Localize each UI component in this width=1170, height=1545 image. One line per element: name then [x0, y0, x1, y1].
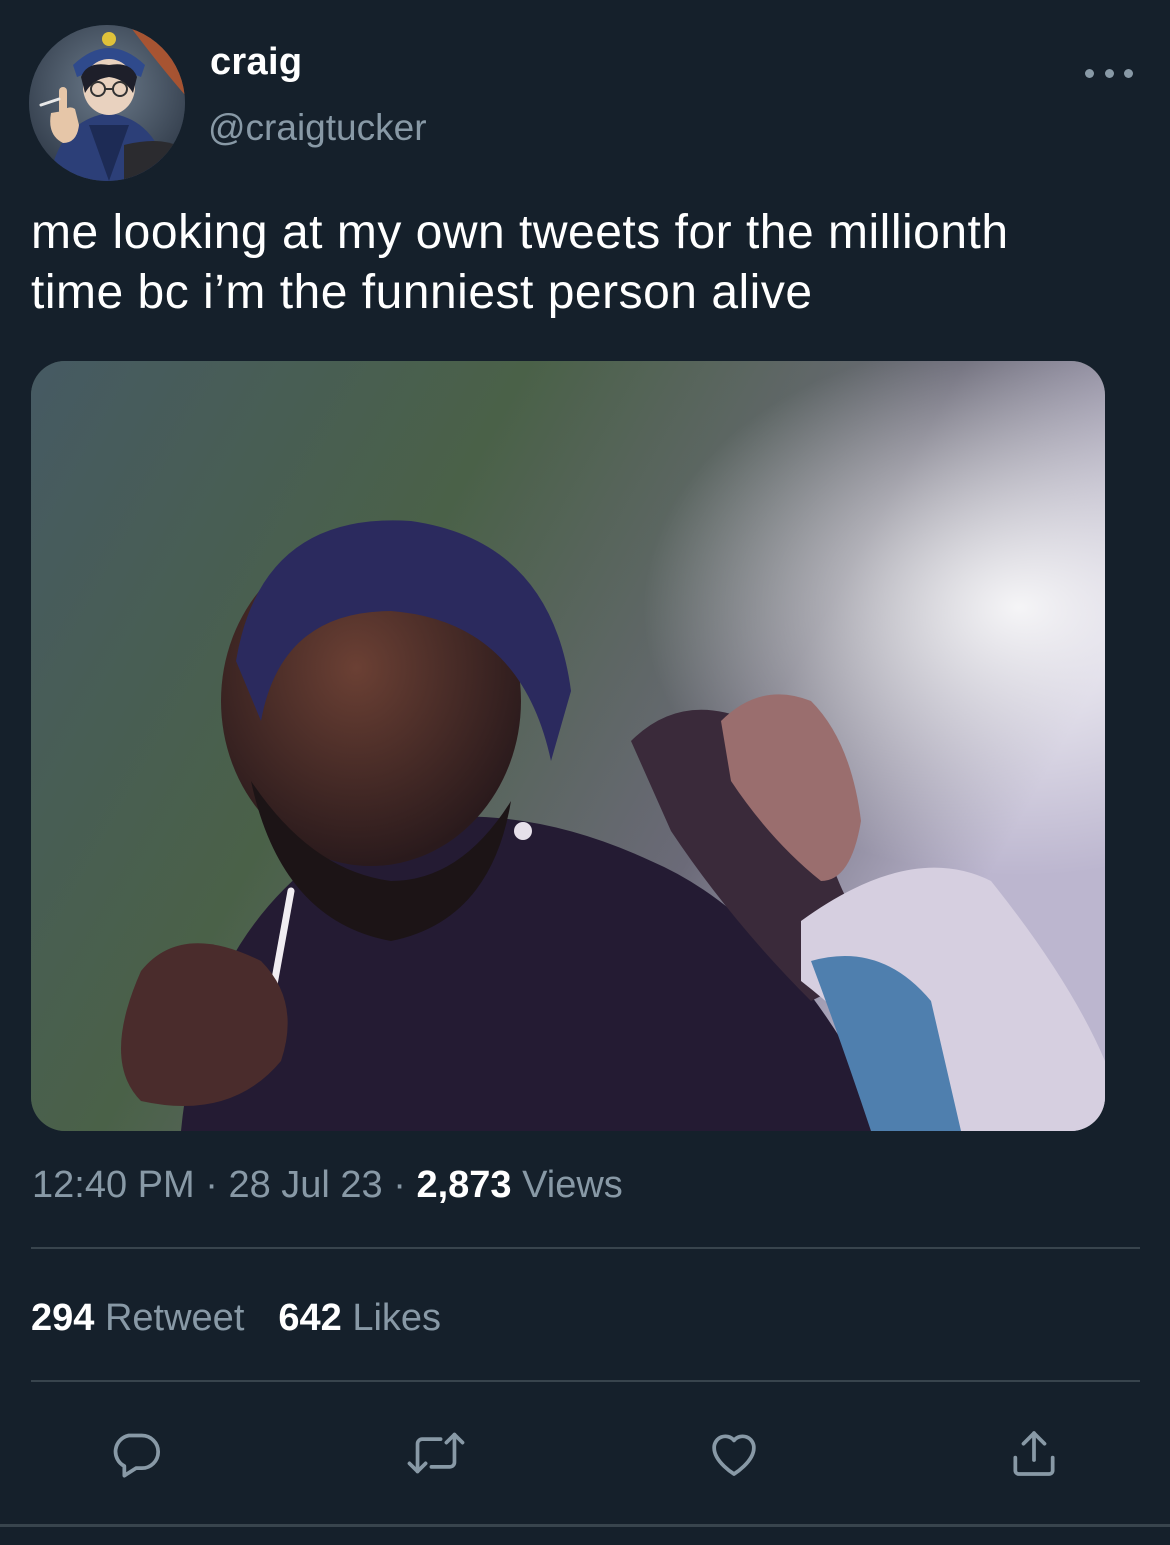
engagement-stats: 294 Retweet 642 Likes [31, 1293, 441, 1343]
tweet-text-line: time bc i’m the funniest person alive [31, 266, 813, 319]
tweet-detail: craig @craigtucker me looking at my own … [0, 0, 1170, 1545]
separator-dot: · [382, 1164, 417, 1206]
user-handle[interactable]: @craigtucker [208, 104, 427, 152]
likes-count[interactable]: 642 [278, 1297, 341, 1339]
separator-dot: · [194, 1164, 229, 1206]
avatar-illustration [29, 25, 185, 181]
display-name[interactable]: craig [210, 38, 302, 86]
views-label[interactable]: Views [522, 1164, 623, 1206]
tweet-time: 12:40 PM [32, 1164, 195, 1206]
retweet-label[interactable]: Retweet [105, 1297, 244, 1339]
meme-photo [31, 361, 1105, 1131]
retweet-button[interactable] [406, 1423, 466, 1483]
like-button[interactable] [704, 1423, 764, 1483]
more-horizontal-icon[interactable] [1085, 58, 1133, 88]
divider [31, 1380, 1140, 1382]
share-button[interactable] [1004, 1423, 1064, 1483]
tweet-image[interactable] [31, 361, 1105, 1131]
tweet-date: 28 Jul 23 [228, 1164, 383, 1206]
bottom-divider [0, 1524, 1170, 1527]
heart-icon [712, 1434, 756, 1476]
tweet-text: me looking at my own tweets for the mill… [31, 203, 1141, 323]
divider [31, 1247, 1140, 1249]
views-count: 2,873 [416, 1164, 512, 1206]
avatar[interactable] [29, 25, 185, 181]
retweet-icon [407, 1432, 465, 1474]
share-icon [1013, 1431, 1055, 1476]
reply-button[interactable] [106, 1423, 166, 1483]
retweet-count[interactable]: 294 [31, 1297, 94, 1339]
likes-label[interactable]: Likes [352, 1297, 441, 1339]
tweet-text-line: me looking at my own tweets for the mill… [31, 206, 1009, 259]
tweet-meta: 12:40 PM · 28 Jul 23 · 2,873 Views [32, 1160, 623, 1210]
reply-icon [113, 1433, 161, 1478]
